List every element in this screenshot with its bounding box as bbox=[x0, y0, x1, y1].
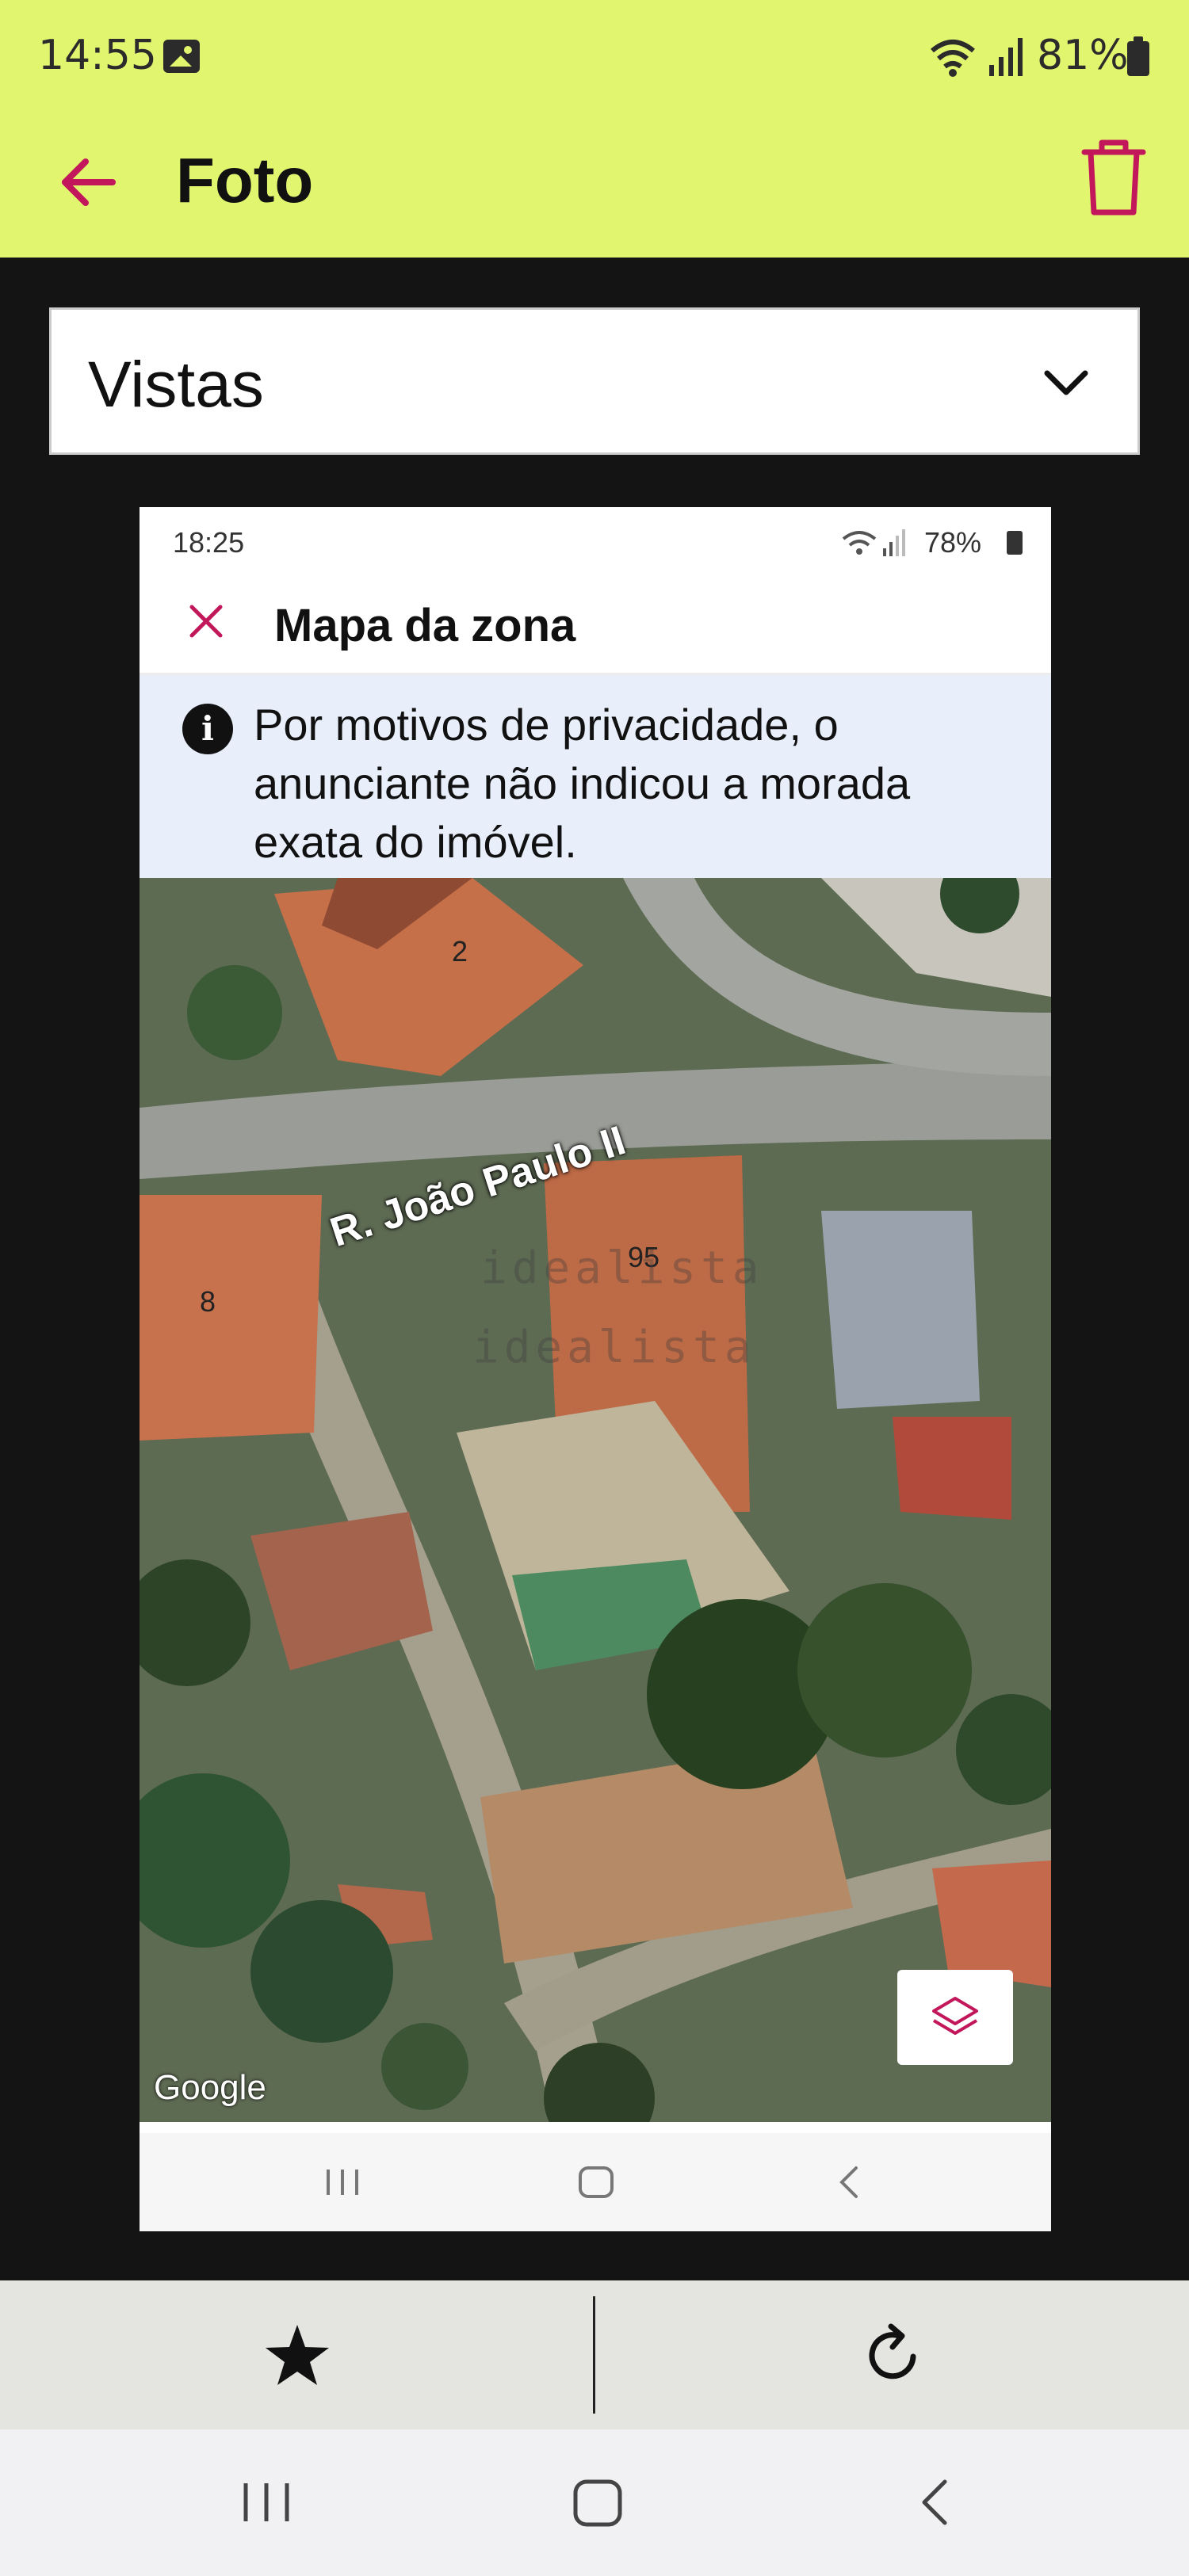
delete-button[interactable] bbox=[1078, 135, 1149, 222]
favorite-button[interactable] bbox=[263, 2322, 331, 2390]
photo-image: 18:25 78% Mapa da zona i Por motivos de … bbox=[140, 507, 1051, 2231]
privacy-notice: i Por motivos de privacidade, o anuncian… bbox=[140, 675, 1051, 878]
gallery-icon bbox=[163, 40, 200, 73]
rotate-button[interactable] bbox=[858, 2320, 929, 2391]
category-value: Vistas bbox=[88, 349, 264, 421]
recent-apps-icon[interactable] bbox=[235, 2472, 298, 2532]
recent-apps-icon bbox=[327, 2170, 358, 2195]
category-select[interactable]: Vistas bbox=[49, 307, 1140, 455]
house-number: 2 bbox=[452, 935, 468, 967]
battery-icon bbox=[1007, 531, 1023, 555]
home-icon[interactable] bbox=[566, 2472, 629, 2532]
trash-icon bbox=[1081, 139, 1146, 216]
wifi-icon bbox=[842, 531, 877, 555]
back-button[interactable] bbox=[48, 143, 127, 222]
divider bbox=[593, 2296, 595, 2414]
watermark: idealista bbox=[480, 1242, 764, 1294]
page-title: Foto bbox=[176, 145, 314, 216]
layers-icon bbox=[932, 1997, 978, 2035]
photo-nav-bar bbox=[140, 2133, 1051, 2231]
info-icon: i bbox=[182, 704, 233, 754]
photo-status-time: 18:25 bbox=[173, 526, 245, 559]
photo-battery-percent: 78% bbox=[924, 526, 982, 559]
signal-icon bbox=[883, 529, 905, 556]
close-icon bbox=[189, 605, 223, 638]
house-number: 8 bbox=[200, 1285, 216, 1318]
home-icon bbox=[579, 2166, 614, 2198]
battery-icon bbox=[1127, 36, 1149, 76]
photo-header: Mapa da zona bbox=[140, 571, 1051, 675]
photo-header-title: Mapa da zona bbox=[274, 600, 576, 651]
arrow-left-icon bbox=[62, 158, 116, 206]
app-bar: Foto bbox=[0, 111, 1189, 258]
photo-action-bar bbox=[0, 2280, 1189, 2429]
back-icon bbox=[839, 2166, 858, 2198]
star-icon bbox=[266, 2325, 329, 2385]
privacy-notice-text: Por motivos de privacidade, o anunciante… bbox=[254, 700, 911, 867]
status-bar: 14:55 81% bbox=[0, 0, 1189, 111]
refresh-icon bbox=[869, 2323, 916, 2379]
photo-status-bar: 18:25 78% bbox=[140, 507, 1051, 571]
chevron-down-icon bbox=[1044, 370, 1088, 395]
map-view: 2 8 95 idealista idealista bbox=[140, 878, 1051, 2122]
battery-percent: 81% bbox=[1037, 32, 1129, 79]
status-time: 14:55 bbox=[38, 32, 157, 79]
satellite-imagery bbox=[140, 878, 1051, 2122]
signal-icon bbox=[989, 38, 1023, 76]
watermark: idealista bbox=[472, 1322, 756, 1373]
back-icon[interactable] bbox=[904, 2472, 967, 2532]
map-layers-button bbox=[897, 1970, 1013, 2065]
google-attribution: Google bbox=[154, 2068, 266, 2107]
system-nav-bar bbox=[0, 2429, 1189, 2576]
wifi-icon bbox=[931, 40, 975, 77]
